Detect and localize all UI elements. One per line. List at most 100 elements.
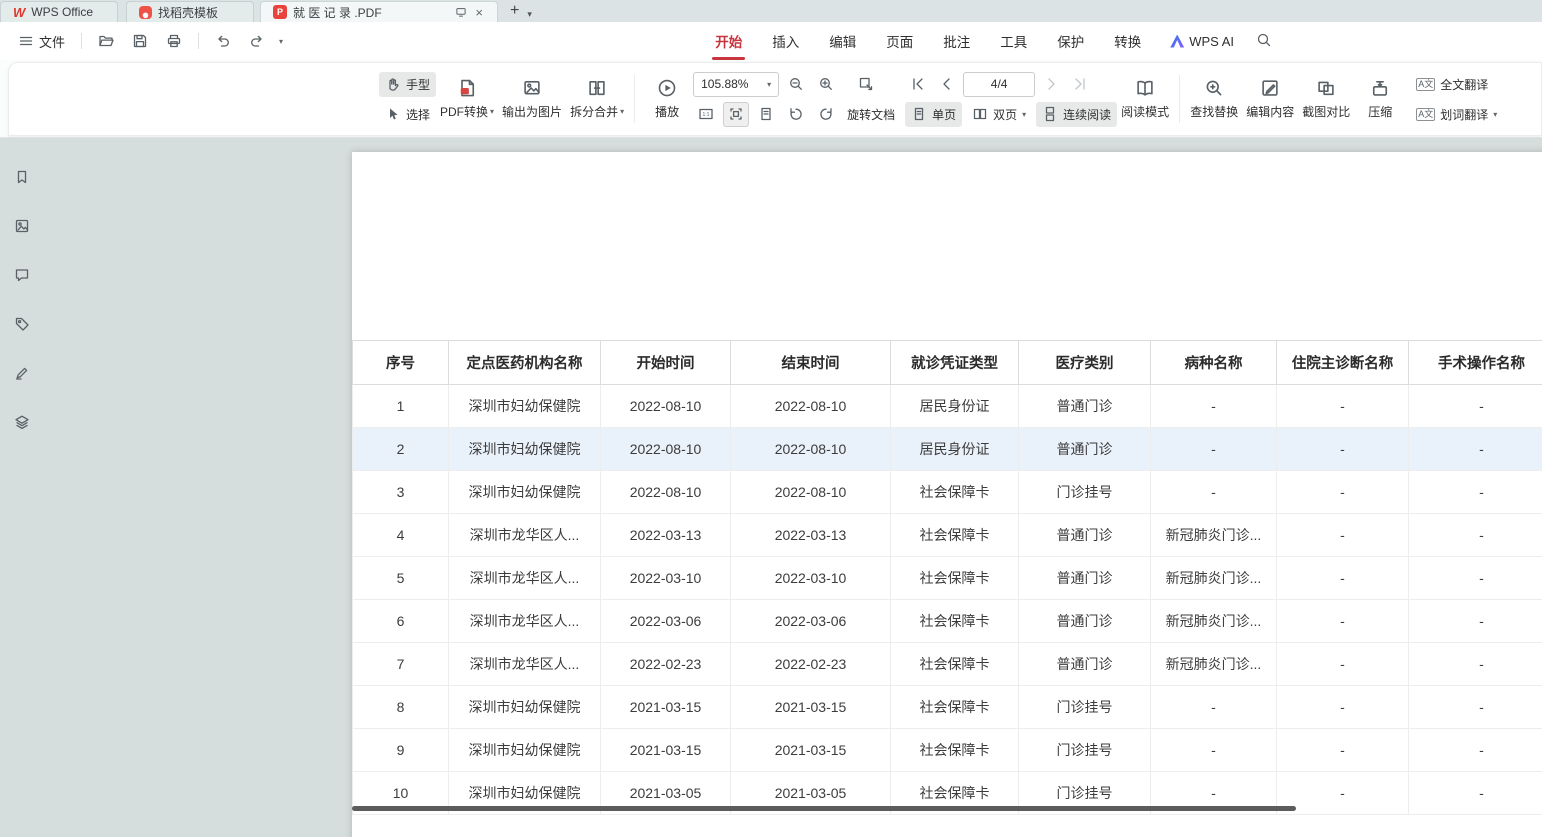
table-cell: 社会保障卡 bbox=[891, 557, 1019, 600]
table-cell: 9 bbox=[353, 729, 449, 772]
actual-size-button[interactable]: 1:1 bbox=[693, 102, 719, 127]
ribbon-tabs: 开始 插入 编辑 页面 批注 工具 保护 转换 bbox=[700, 22, 1156, 60]
hand-tool-button[interactable]: 手型 bbox=[379, 72, 436, 97]
double-page-button[interactable]: 双页 ▾ bbox=[966, 102, 1032, 127]
thumbnail-panel-button[interactable] bbox=[8, 213, 36, 239]
table-row[interactable]: 6深圳市龙华区人...2022-03-062022-03-06社会保障卡普通门诊… bbox=[353, 600, 1542, 643]
table-cell: - bbox=[1409, 557, 1542, 600]
rotate-doc-button[interactable]: 旋转文档 bbox=[843, 106, 899, 123]
undo-button[interactable] bbox=[211, 29, 235, 53]
table-row[interactable]: 5深圳市龙华区人...2022-03-102022-03-10社会保障卡普通门诊… bbox=[353, 557, 1542, 600]
fit-width-button[interactable] bbox=[723, 102, 749, 127]
table-cell: - bbox=[1151, 729, 1277, 772]
edit-content-button[interactable]: 编辑内容 bbox=[1242, 69, 1298, 129]
find-replace-button[interactable]: 查找替换 bbox=[1186, 69, 1242, 129]
screenshot-compare-button[interactable]: 截图对比 bbox=[1298, 69, 1354, 129]
rotate-left-button[interactable] bbox=[783, 102, 809, 127]
redo-button[interactable] bbox=[245, 29, 269, 53]
table-row[interactable]: 1深圳市妇幼保健院2022-08-102022-08-10居民身份证普通门诊--… bbox=[353, 385, 1542, 428]
zoom-select[interactable]: 105.88% ▾ bbox=[693, 72, 779, 97]
open-file-button[interactable] bbox=[94, 29, 118, 53]
split-merge-button[interactable]: 拆分合并▾ bbox=[566, 69, 628, 129]
close-tab-icon[interactable]: × bbox=[473, 6, 485, 19]
rotate-right-button[interactable] bbox=[813, 102, 839, 127]
table-cell: - bbox=[1277, 643, 1409, 686]
tab-wps-home[interactable]: W WPS Office bbox=[0, 1, 118, 22]
table-cell: 4 bbox=[353, 514, 449, 557]
tab-document[interactable]: P 就 医 记 录 .PDF × bbox=[260, 1, 498, 22]
table-cell: 普通门诊 bbox=[1019, 385, 1151, 428]
select-tool-button[interactable]: 选择 bbox=[379, 102, 436, 127]
annotate-panel-button[interactable] bbox=[8, 360, 36, 386]
table-cell: - bbox=[1409, 471, 1542, 514]
horizontal-scrollbar[interactable] bbox=[352, 806, 1296, 811]
ribbon-tab-home[interactable]: 开始 bbox=[700, 22, 757, 60]
play-button[interactable]: 播放 bbox=[641, 69, 693, 129]
save-button[interactable] bbox=[128, 29, 152, 53]
read-mode-button[interactable]: 阅读模式 bbox=[1117, 69, 1173, 129]
new-tab-button[interactable]: + bbox=[498, 2, 527, 22]
file-menu-button[interactable]: 文件 bbox=[14, 28, 69, 55]
fit-page-button[interactable] bbox=[753, 102, 779, 127]
export-image-icon bbox=[522, 78, 542, 98]
table-row[interactable]: 3深圳市妇幼保健院2022-08-102022-08-10社会保障卡门诊挂号--… bbox=[353, 471, 1542, 514]
export-image-button[interactable]: 输出为图片 bbox=[498, 69, 566, 129]
table-row[interactable]: 2深圳市妇幼保健院2022-08-102022-08-10居民身份证普通门诊--… bbox=[353, 428, 1542, 471]
wps-ai-button[interactable]: WPS AI bbox=[1156, 34, 1248, 49]
ribbon-tab-protect[interactable]: 保护 bbox=[1042, 22, 1099, 60]
tab-list-caret-icon[interactable]: ▾ bbox=[527, 9, 538, 22]
ribbon-tab-convert[interactable]: 转换 bbox=[1099, 22, 1156, 60]
pdf-convert-button[interactable]: PDF转换▾ bbox=[436, 69, 498, 129]
single-page-button[interactable]: 单页 bbox=[905, 102, 962, 127]
zoom-out-button[interactable] bbox=[783, 72, 809, 97]
compress-button[interactable]: 压缩 bbox=[1354, 69, 1406, 129]
tab-docer[interactable]: 找稻壳模板 bbox=[126, 1, 254, 22]
zoom-in-button[interactable] bbox=[813, 72, 839, 97]
split-merge-label: 拆分合并 bbox=[570, 103, 618, 120]
table-cell: 2022-03-06 bbox=[601, 600, 731, 643]
rotate-right-icon bbox=[818, 106, 834, 122]
full-translate-button[interactable]: A文 全文翻译 bbox=[1410, 72, 1503, 97]
ribbon-tab-edit[interactable]: 编辑 bbox=[814, 22, 871, 60]
search-button[interactable] bbox=[1248, 28, 1280, 55]
tag-panel-button[interactable] bbox=[8, 311, 36, 337]
column-header: 就诊凭证类型 bbox=[891, 341, 1019, 385]
print-button[interactable] bbox=[162, 29, 186, 53]
pdf-convert-icon bbox=[457, 78, 477, 98]
table-row[interactable]: 7深圳市龙华区人...2022-02-232022-02-23社会保障卡普通门诊… bbox=[353, 643, 1542, 686]
prev-page-button[interactable] bbox=[934, 72, 960, 97]
table-row[interactable]: 9深圳市妇幼保健院2021-03-152021-03-15社会保障卡门诊挂号--… bbox=[353, 729, 1542, 772]
bookmark-panel-button[interactable] bbox=[8, 164, 36, 190]
layers-icon bbox=[14, 414, 30, 430]
table-cell: - bbox=[1409, 600, 1542, 643]
fit-window-button[interactable] bbox=[853, 72, 879, 97]
table-cell: 2021-03-15 bbox=[601, 686, 731, 729]
layers-panel-button[interactable] bbox=[8, 409, 36, 435]
history-caret-icon[interactable]: ▾ bbox=[279, 37, 283, 46]
document-canvas[interactable]: 序号定点医药机构名称开始时间结束时间就诊凭证类型医疗类别病种名称住院主诊断名称手… bbox=[44, 138, 1542, 837]
ribbon-tab-comment[interactable]: 批注 bbox=[928, 22, 985, 60]
comment-panel-button[interactable] bbox=[8, 262, 36, 288]
ribbon-tab-page[interactable]: 页面 bbox=[871, 22, 928, 60]
hand-tool-label: 手型 bbox=[406, 76, 430, 93]
ribbon-tab-tools[interactable]: 工具 bbox=[985, 22, 1042, 60]
last-page-button[interactable] bbox=[1067, 72, 1093, 97]
split-merge-icon bbox=[587, 78, 607, 98]
pdf-convert-caret-icon: ▾ bbox=[490, 107, 494, 116]
ribbon-tab-insert[interactable]: 插入 bbox=[757, 22, 814, 60]
window-tabbar: W WPS Office 找稻壳模板 P 就 医 记 录 .PDF × + ▾ bbox=[0, 0, 1542, 22]
pdf-page[interactable]: 序号定点医药机构名称开始时间结束时间就诊凭证类型医疗类别病种名称住院主诊断名称手… bbox=[352, 152, 1542, 837]
table-cell: 2022-03-10 bbox=[731, 557, 891, 600]
table-row[interactable]: 4深圳市龙华区人...2022-03-132022-03-13社会保障卡普通门诊… bbox=[353, 514, 1542, 557]
next-page-button[interactable] bbox=[1038, 72, 1064, 97]
table-cell: - bbox=[1151, 471, 1277, 514]
table-cell: 社会保障卡 bbox=[891, 600, 1019, 643]
continuous-read-button[interactable]: 连续阅读 bbox=[1036, 102, 1117, 127]
page-indicator-box[interactable]: 4/4 bbox=[963, 72, 1035, 97]
word-translate-button[interactable]: A文 划词翻译 ▾ bbox=[1410, 102, 1503, 127]
hand-icon bbox=[385, 76, 401, 92]
table-cell: 深圳市龙华区人... bbox=[449, 600, 601, 643]
zoom-caret-icon: ▾ bbox=[767, 80, 771, 89]
first-page-button[interactable] bbox=[905, 72, 931, 97]
table-row[interactable]: 8深圳市妇幼保健院2021-03-152021-03-15社会保障卡门诊挂号--… bbox=[353, 686, 1542, 729]
